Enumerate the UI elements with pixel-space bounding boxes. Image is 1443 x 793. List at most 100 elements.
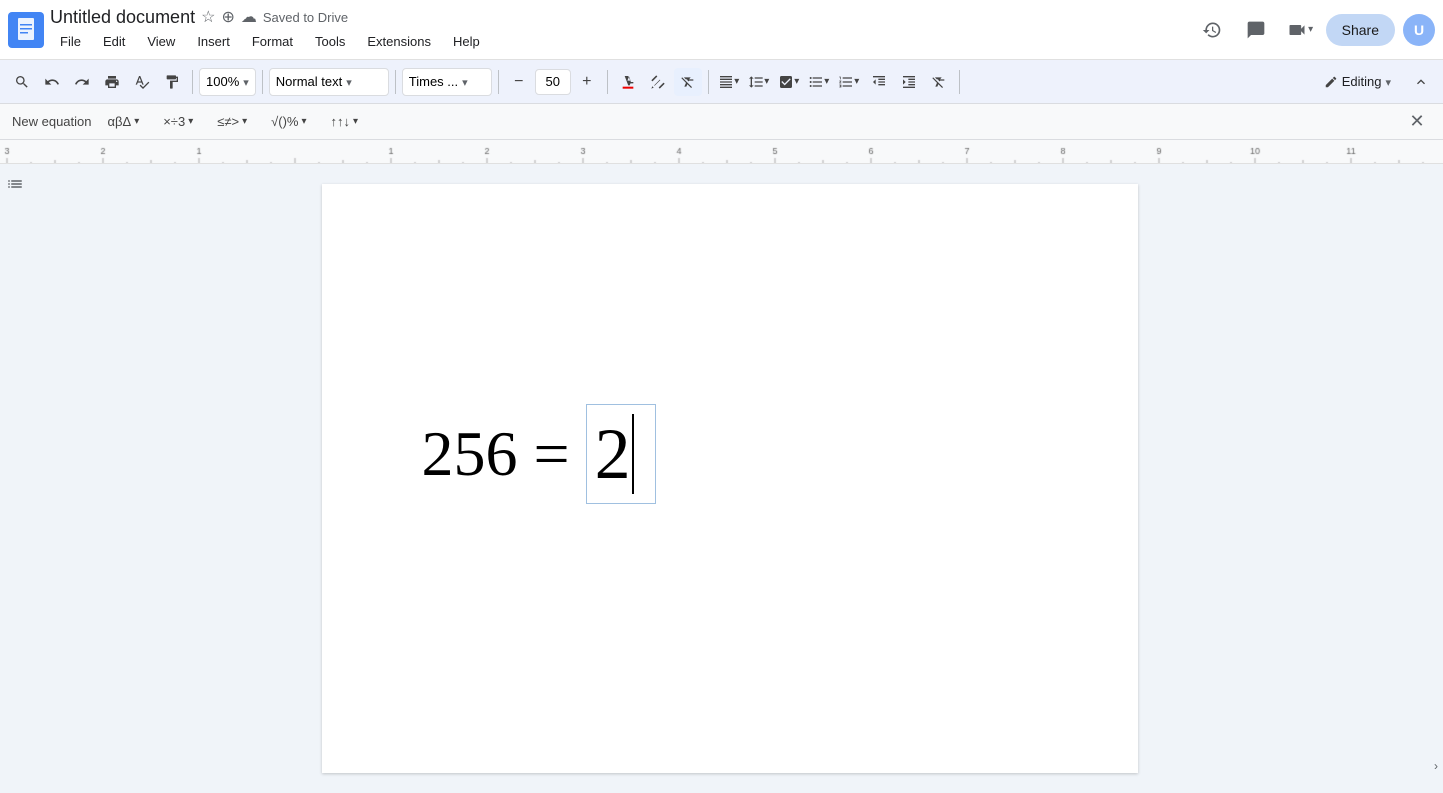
align-button[interactable]: ▾ xyxy=(715,68,743,96)
text-color-button[interactable] xyxy=(614,68,642,96)
history-icon[interactable] xyxy=(1194,12,1230,48)
undo-button[interactable] xyxy=(38,68,66,96)
menu-view[interactable]: View xyxy=(137,30,185,53)
font-size-box: − + xyxy=(505,68,601,96)
folder-icon[interactable]: ⊕ xyxy=(221,7,234,27)
arrows-button[interactable]: ↑↑↓ ▾ xyxy=(323,112,367,131)
misc-button[interactable]: √()% ▾ xyxy=(263,112,314,131)
redo-button[interactable] xyxy=(68,68,96,96)
main-area: 256 = 2 › xyxy=(0,164,1443,793)
new-equation-label[interactable]: New equation xyxy=(12,114,92,129)
increase-font-button[interactable]: + xyxy=(573,68,601,96)
ruler-canvas xyxy=(0,140,1443,164)
menu-format[interactable]: Format xyxy=(242,30,303,53)
star-icon[interactable]: ☆ xyxy=(201,7,215,27)
menu-tools[interactable]: Tools xyxy=(305,30,355,53)
line-spacing-button[interactable]: ▾ xyxy=(745,68,773,96)
ops-button[interactable]: ×÷3 ▾ xyxy=(155,112,201,131)
cloud-icon: ☁ xyxy=(241,7,257,27)
menu-insert[interactable]: Insert xyxy=(187,30,240,53)
menu-help[interactable]: Help xyxy=(443,30,490,53)
clear-formatting-button[interactable] xyxy=(925,68,953,96)
indent-more-button[interactable] xyxy=(895,68,923,96)
checklist-chevron: ▾ xyxy=(794,76,799,87)
editing-mode-selector[interactable]: Editing xyxy=(1314,70,1401,93)
clear-format-button[interactable] xyxy=(674,68,702,96)
left-sidebar xyxy=(0,164,30,793)
paint-format-button[interactable] xyxy=(158,68,186,96)
equation-value: 2 xyxy=(595,418,631,490)
menu-edit[interactable]: Edit xyxy=(93,30,135,53)
ops-label: ×÷3 xyxy=(163,114,185,129)
menu-extensions[interactable]: Extensions xyxy=(357,30,441,53)
ruler xyxy=(0,140,1443,164)
print-button[interactable] xyxy=(98,68,126,96)
chat-icon[interactable] xyxy=(1238,12,1274,48)
saved-to-drive-label: Saved to Drive xyxy=(263,10,348,25)
document-page: 256 = 2 xyxy=(322,184,1138,773)
bullets-chevron: ▾ xyxy=(824,76,829,87)
close-equation-toolbar-button[interactable]: ✕ xyxy=(1403,108,1431,136)
toolbar: 100% Normal text Times ... − + ▾ ▾ xyxy=(0,60,1443,104)
meet-chevron: ▾ xyxy=(1308,24,1313,35)
title-row: Untitled document ☆ ⊕ ☁ Saved to Drive xyxy=(50,7,1188,28)
equation-input-box[interactable]: 2 xyxy=(586,404,656,504)
misc-chevron: ▾ xyxy=(301,116,306,127)
font-selector[interactable]: Times ... xyxy=(402,68,492,96)
meet-icon[interactable]: ▾ xyxy=(1282,12,1318,48)
font-chevron xyxy=(462,74,468,89)
separator-6 xyxy=(708,70,709,94)
greek-button[interactable]: αβΔ ▾ xyxy=(100,112,148,131)
scroll-area[interactable]: 256 = 2 xyxy=(30,164,1429,793)
right-controls: ▾ Share U xyxy=(1194,12,1435,48)
arrows-label: ↑↑↓ xyxy=(331,114,351,129)
style-chevron xyxy=(346,74,352,89)
highlight-button[interactable] xyxy=(644,68,672,96)
font-size-input[interactable] xyxy=(535,69,571,95)
spellcheck-button[interactable] xyxy=(128,68,156,96)
zoom-selector[interactable]: 100% xyxy=(199,68,256,96)
bullets-button[interactable]: ▾ xyxy=(805,68,833,96)
arrows-chevron: ▾ xyxy=(353,116,358,127)
collapse-toolbar-button[interactable] xyxy=(1407,68,1435,96)
rel-label: ≤≠> xyxy=(217,114,239,129)
editing-mode-label: Editing xyxy=(1342,74,1382,89)
doc-title[interactable]: Untitled document xyxy=(50,7,195,28)
menu-file[interactable]: File xyxy=(50,30,91,53)
separator-2 xyxy=(262,70,263,94)
avatar[interactable]: U xyxy=(1403,14,1435,46)
separator-3 xyxy=(395,70,396,94)
font-label: Times ... xyxy=(409,74,458,89)
share-button[interactable]: Share xyxy=(1326,14,1395,46)
equation-toolbar: New equation αβΔ ▾ ×÷3 ▾ ≤≠> ▾ √()% ▾ ↑↑… xyxy=(0,104,1443,140)
style-label: Normal text xyxy=(276,74,342,89)
numbering-button[interactable]: ▾ xyxy=(835,68,863,96)
right-sidebar-collapse: › xyxy=(1429,164,1443,793)
equation-display: 256 = 2 xyxy=(422,404,656,504)
misc-label: √()% xyxy=(271,114,298,129)
checklist-button[interactable]: ▾ xyxy=(775,68,803,96)
title-info: Untitled document ☆ ⊕ ☁ Saved to Drive F… xyxy=(50,7,1188,53)
outline-icon[interactable] xyxy=(3,172,27,196)
rel-button[interactable]: ≤≠> ▾ xyxy=(209,112,255,131)
rel-chevron: ▾ xyxy=(242,116,247,127)
separator-5 xyxy=(607,70,608,94)
indent-less-button[interactable] xyxy=(865,68,893,96)
zoom-chevron xyxy=(243,74,249,89)
greek-label: αβΔ xyxy=(108,114,132,129)
separator-7 xyxy=(959,70,960,94)
style-selector[interactable]: Normal text xyxy=(269,68,389,96)
text-cursor xyxy=(632,414,634,494)
doc-icon xyxy=(8,12,44,48)
zoom-value: 100% xyxy=(206,74,239,89)
editing-mode-chevron xyxy=(1385,74,1391,89)
linespace-chevron: ▾ xyxy=(764,76,769,87)
decrease-font-button[interactable]: − xyxy=(505,68,533,96)
numbering-chevron: ▾ xyxy=(854,76,859,87)
separator-4 xyxy=(498,70,499,94)
search-button[interactable] xyxy=(8,68,36,96)
collapse-sidebar-button[interactable]: › xyxy=(1434,759,1438,773)
title-bar: Untitled document ☆ ⊕ ☁ Saved to Drive F… xyxy=(0,0,1443,60)
align-chevron: ▾ xyxy=(734,76,739,87)
greek-chevron: ▾ xyxy=(134,116,139,127)
